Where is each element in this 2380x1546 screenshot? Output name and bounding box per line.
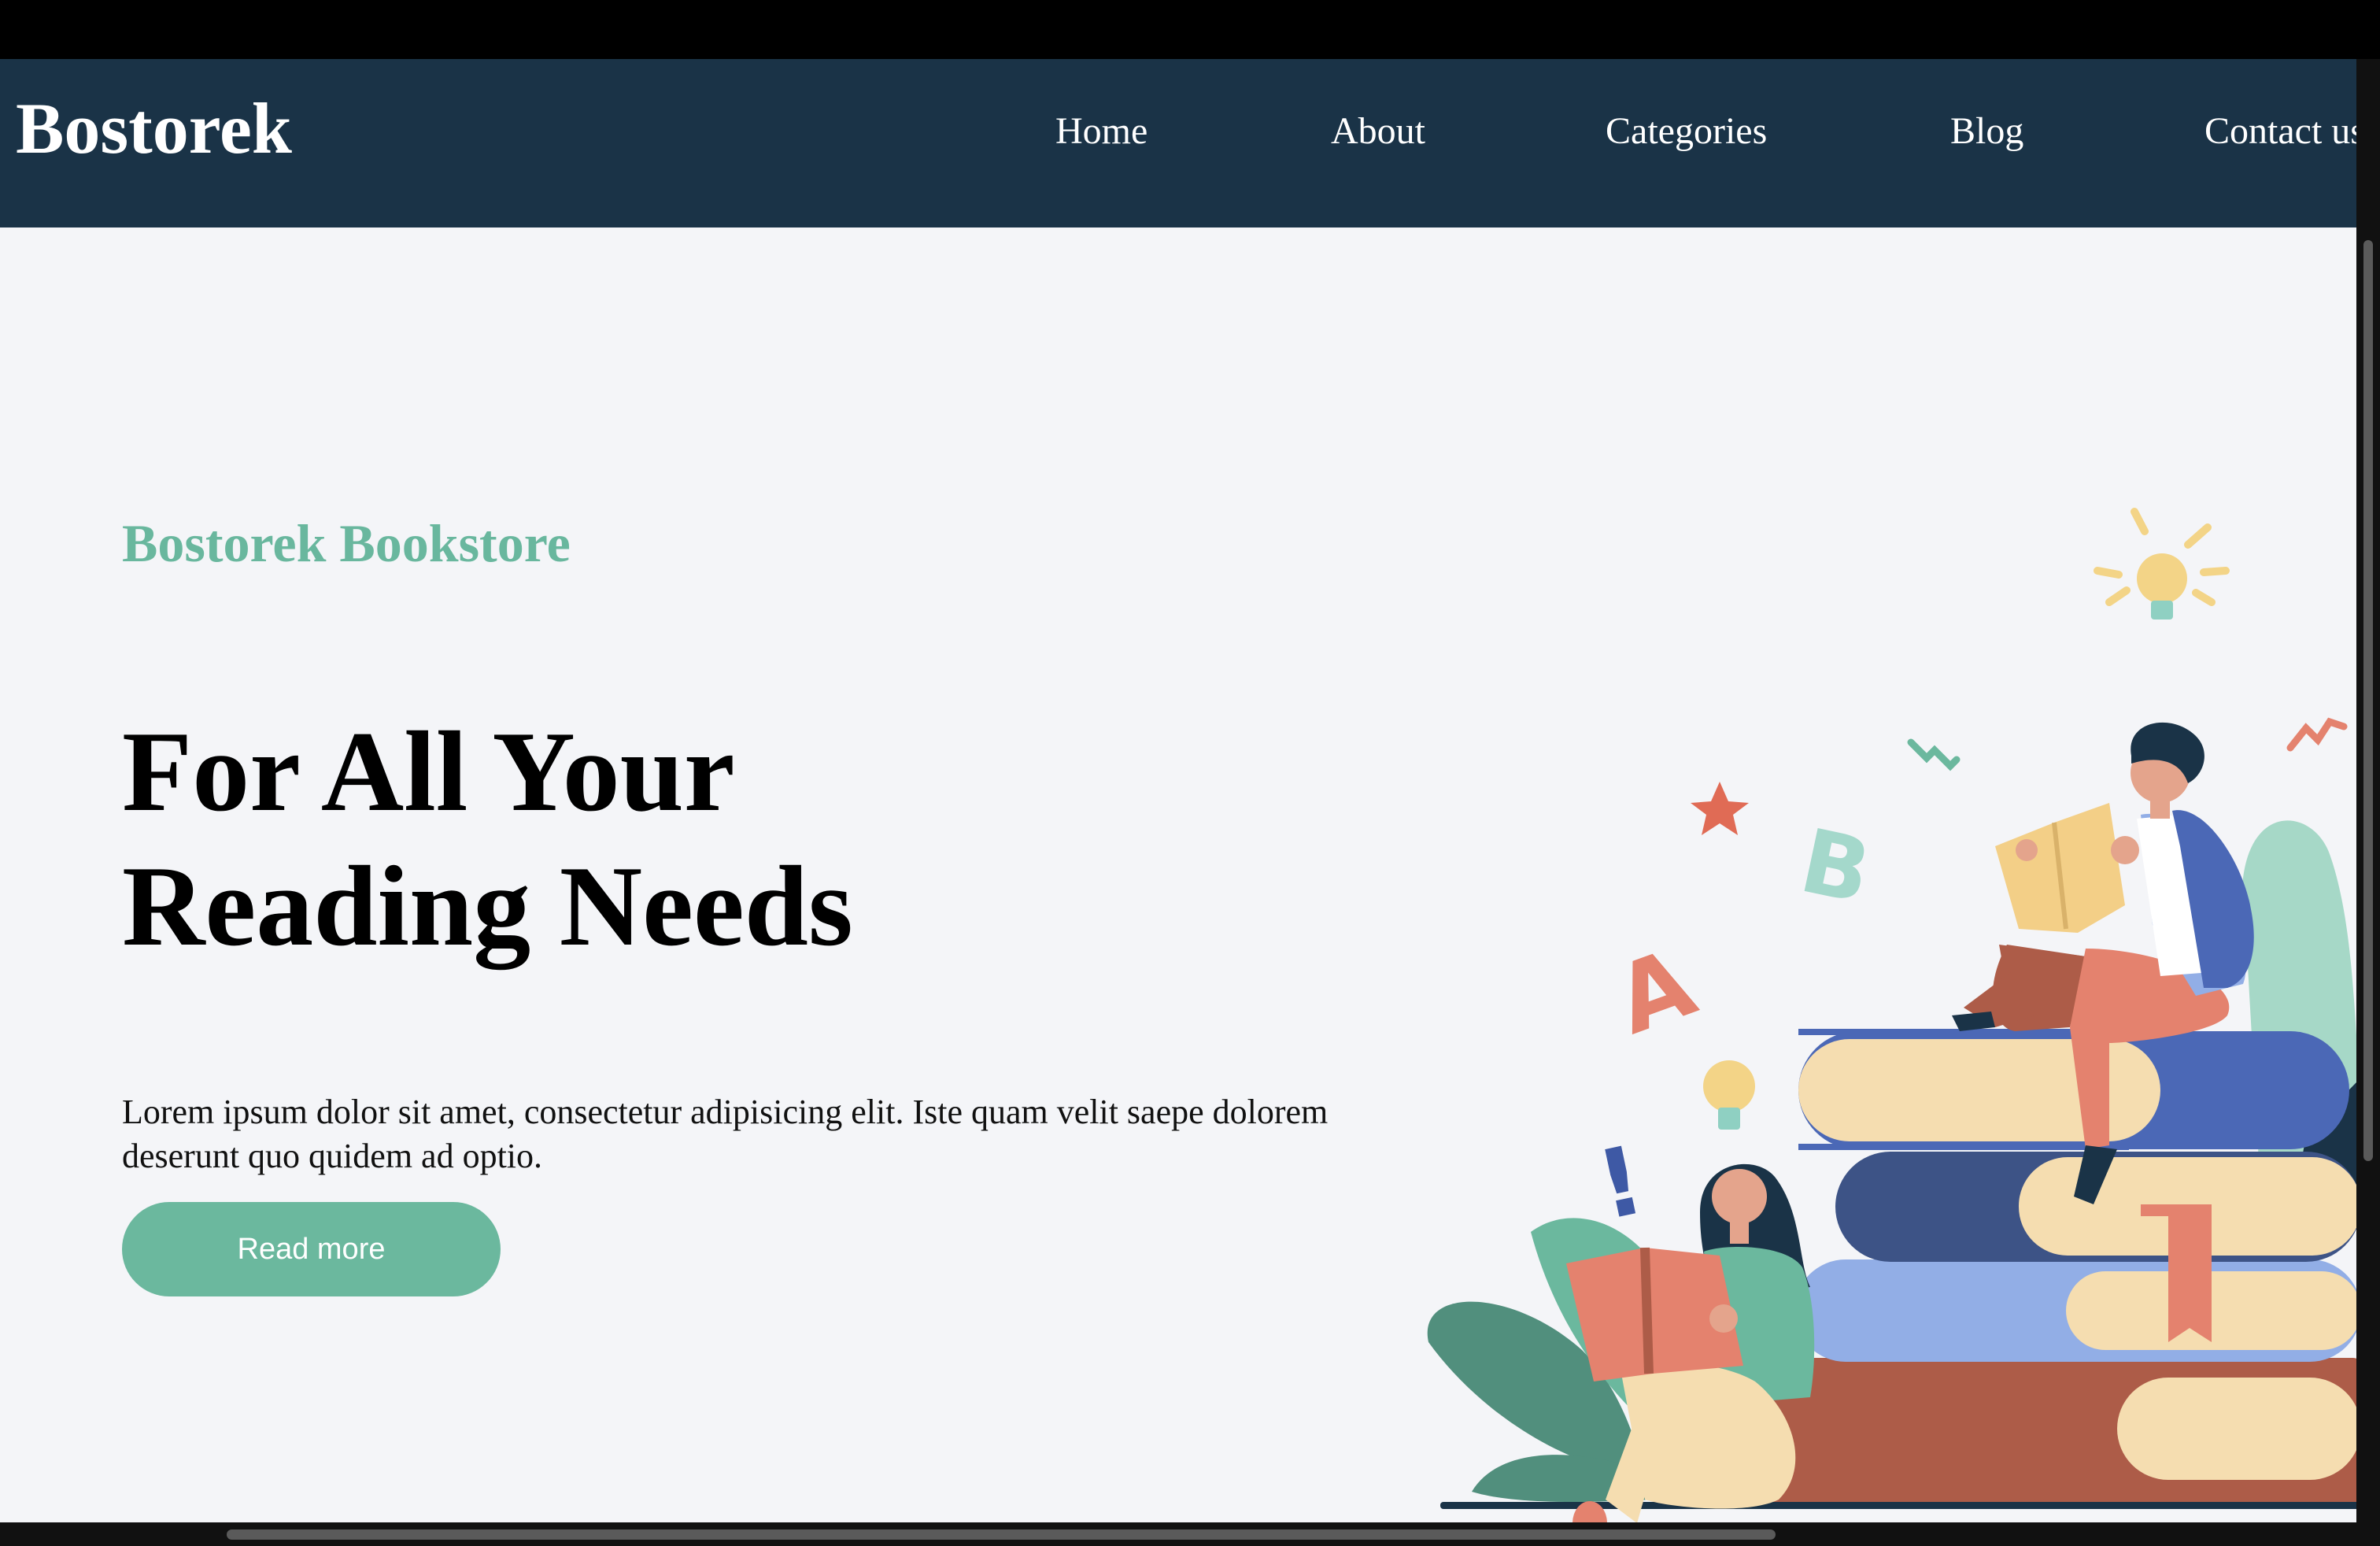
lightbulb-icon	[2094, 508, 2230, 620]
brand-logo[interactable]: Bostorek	[16, 92, 292, 165]
nav-link-contact-us[interactable]: Contact us	[2204, 113, 2356, 150]
navbar: Bostorek Home About Categories Blog Cont…	[0, 59, 2356, 227]
nav-link-about[interactable]: About	[1331, 113, 1425, 150]
nav-link-home[interactable]: Home	[1055, 113, 1148, 150]
letter-b: B	[1792, 810, 1879, 924]
zigzag-green-shape	[1907, 738, 1961, 771]
horizontal-scrollbar-thumb[interactable]	[227, 1529, 1776, 1540]
lightbulb-icon	[1703, 1060, 1755, 1130]
vertical-scrollbar[interactable]	[2356, 59, 2380, 1522]
hero-subtitle: Bostorek Bookstore	[122, 513, 571, 573]
zigzag-red-shape	[2286, 717, 2348, 752]
nav-link-blog[interactable]: Blog	[1950, 113, 2023, 150]
letter-a: A	[1602, 928, 1709, 1056]
hero-illustration: B A !	[1427, 508, 2356, 1522]
star-icon	[1691, 782, 1749, 835]
hero-headline-line-1: For All Your	[122, 708, 735, 835]
horizontal-scrollbar[interactable]	[0, 1522, 2380, 1546]
vertical-scrollbar-thumb[interactable]	[2363, 240, 2373, 1161]
page-viewport: Bostorek Home About Categories Blog Cont…	[0, 59, 2356, 1522]
hero-headline-line-2: Reading Needs	[122, 842, 853, 970]
nav-link-categories[interactable]: Categories	[1606, 113, 1767, 150]
read-more-button[interactable]: Read more	[122, 1202, 501, 1296]
hero-description: Lorem ipsum dolor sit amet, consectetur …	[122, 1093, 1329, 1175]
hero-headline: For All Your Reading Needs	[122, 705, 853, 974]
